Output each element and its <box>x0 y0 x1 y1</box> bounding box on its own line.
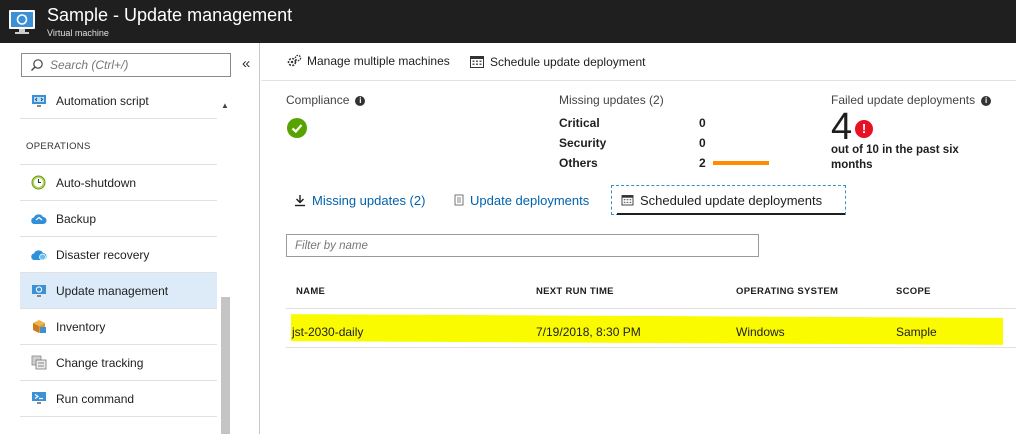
sidebar: « Automation script OPERATIONS Auto-shut… <box>0 43 260 434</box>
missing-others-bar <box>713 161 769 165</box>
sidebar-item-update-management[interactable]: Update management <box>20 273 217 309</box>
missing-security-label: Security <box>559 136 607 150</box>
tab-label: Scheduled update deployments <box>640 192 823 208</box>
inventory-box-icon <box>30 318 47 335</box>
cloud-backup-icon <box>30 210 47 227</box>
cell-name[interactable]: jst-2030-daily <box>292 325 363 339</box>
sidebar-item-backup[interactable]: Backup <box>20 201 217 237</box>
sidebar-menu: Automation script OPERATIONS Auto-shutdo… <box>20 83 217 417</box>
missing-others-label: Others <box>559 156 598 170</box>
active-tab-indicator <box>617 213 845 215</box>
schedule-update-deployment-button[interactable]: Schedule update deployment <box>469 54 645 69</box>
blade-header: Sample - Update management Virtual machi… <box>0 0 1016 43</box>
sidebar-item-label: Auto-shutdown <box>56 175 137 190</box>
tab-label: Missing updates (2) <box>312 192 426 208</box>
calendar-icon <box>621 195 634 206</box>
cell-next-run-time: 7/19/2018, 8:30 PM <box>536 325 641 339</box>
sidebar-item-label: Run command <box>56 391 135 406</box>
main-content: Manage multiple machines Schedule update… <box>261 43 1016 434</box>
sidebar-item-label: Automation script <box>56 93 149 108</box>
cell-operating-system: Windows <box>736 325 785 339</box>
column-header-scope[interactable]: SCOPE <box>896 286 931 297</box>
error-icon: ! <box>855 120 873 138</box>
missing-security-value: 0 <box>699 136 706 150</box>
search-icon <box>31 59 43 71</box>
calendar-icon <box>470 56 484 68</box>
sidebar-item-label: Inventory <box>56 319 106 334</box>
manage-multiple-machines-label: Manage multiple machines <box>307 54 450 68</box>
scrollbar-thumb[interactable] <box>221 297 230 434</box>
missing-updates-label: Missing updates (2) <box>559 93 664 107</box>
automation-script-icon <box>30 92 47 109</box>
tab-missing-updates[interactable]: Missing updates (2) <box>294 185 425 215</box>
page-subtitle: Virtual machine <box>47 28 109 38</box>
tab-label: Update deployments <box>470 192 590 208</box>
sidebar-item-label: Change tracking <box>56 355 144 370</box>
clock-icon <box>30 174 47 191</box>
document-icon <box>454 194 464 206</box>
missing-others-value: 2 <box>699 156 706 170</box>
tab-update-deployments[interactable]: Update deployments <box>454 185 589 215</box>
sidebar-section-operations: OPERATIONS <box>20 119 217 165</box>
sidebar-item-disaster-recovery[interactable]: Disaster recovery <box>20 237 217 273</box>
schedule-update-deployment-label: Schedule update deployment <box>490 54 646 69</box>
virtual-machine-icon <box>7 7 37 37</box>
sidebar-item-auto-shutdown[interactable]: Auto-shutdown <box>20 165 217 201</box>
sidebar-item-inventory[interactable]: Inventory <box>20 309 217 345</box>
sidebar-search[interactable] <box>21 53 231 77</box>
page-title: Sample - Update management <box>47 5 293 25</box>
failed-count: 4 <box>831 106 853 148</box>
gears-icon <box>287 54 302 67</box>
compliant-check-icon <box>287 118 307 138</box>
column-header-name[interactable]: NAME <box>296 286 325 297</box>
manage-multiple-machines-button[interactable]: Manage multiple machines <box>286 54 450 68</box>
command-bar: Manage multiple machines Schedule update… <box>261 43 1016 81</box>
column-header-next-run-time[interactable]: NEXT RUN TIME <box>536 286 614 297</box>
download-icon <box>295 194 305 206</box>
update-management-icon <box>30 282 47 299</box>
search-input[interactable] <box>50 56 225 74</box>
cloud-recovery-icon <box>30 246 47 263</box>
sidebar-item-label: Disaster recovery <box>56 247 150 262</box>
sidebar-item-change-tracking[interactable]: Change tracking <box>20 345 217 381</box>
section-heading: OPERATIONS <box>26 141 91 152</box>
info-icon[interactable]: i <box>355 95 366 106</box>
missing-critical-label: Critical <box>559 116 600 130</box>
cell-scope: Sample <box>896 325 937 339</box>
sidebar-item-run-command[interactable]: Run command <box>20 381 217 417</box>
column-header-operating-system[interactable]: OPERATING SYSTEM <box>736 286 838 297</box>
compliance-label: Compliance i <box>286 93 366 107</box>
sidebar-item-label: Backup <box>56 211 97 226</box>
failed-description: out of 10 in the past six months <box>831 144 959 171</box>
info-icon[interactable]: i <box>981 95 992 106</box>
run-command-icon <box>30 390 47 407</box>
scroll-up-arrow-icon[interactable]: ▲ <box>221 101 229 110</box>
sidebar-item-label: Update management <box>56 283 169 298</box>
filter-box[interactable] <box>286 234 759 257</box>
sidebar-item-automation-script[interactable]: Automation script <box>20 83 217 119</box>
filter-input[interactable] <box>287 235 758 256</box>
collapse-sidebar-button[interactable]: « <box>242 55 250 72</box>
tab-scheduled-update-deployments[interactable]: Scheduled update deployments <box>611 185 846 215</box>
sidebar-scrollbar[interactable]: ▲ <box>218 101 232 434</box>
failed-deployments-label: Failed update deployments i <box>831 93 992 107</box>
missing-critical-value: 0 <box>699 116 706 130</box>
change-tracking-icon <box>30 354 47 371</box>
